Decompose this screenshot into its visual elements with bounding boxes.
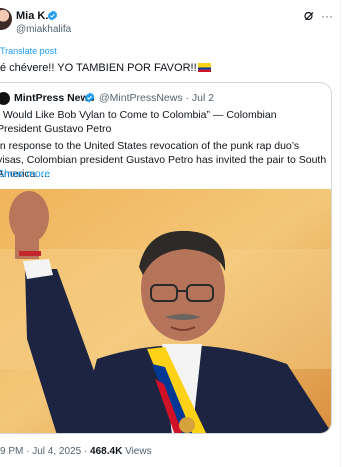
column-divider bbox=[340, 0, 341, 467]
views-count: 468.4K bbox=[90, 446, 123, 457]
tweet: Mia K. @miakhalifa ··· Translate post é … bbox=[0, 0, 350, 467]
translate-post-link[interactable]: Translate post bbox=[0, 46, 57, 56]
quoted-author-avatar bbox=[0, 92, 10, 105]
author-handle[interactable]: @miakhalifa bbox=[16, 24, 71, 35]
show-more-link[interactable]: Show more bbox=[0, 168, 50, 180]
quoted-headline: I Would Like Bob Vylan to Come to Colomb… bbox=[0, 109, 277, 135]
quoted-photo[interactable] bbox=[0, 189, 332, 434]
tweet-text: é chévere!! YO TAMBIEN POR FAVOR!! bbox=[0, 62, 211, 74]
grok-icon[interactable] bbox=[303, 10, 315, 22]
tweet-text-content: é chévere!! YO TAMBIEN POR FAVOR!! bbox=[0, 62, 197, 74]
tweet-timestamp[interactable]: 9 PM · Jul 4, 2025 · bbox=[0, 446, 90, 457]
more-options-icon[interactable]: ··· bbox=[321, 9, 333, 23]
quoted-tweet-card[interactable]: MintPress News @MintPressNews · Jul 2 I … bbox=[0, 82, 332, 434]
views-label: Views bbox=[122, 446, 152, 457]
quoted-author-name: MintPress News bbox=[14, 92, 95, 104]
author-avatar[interactable] bbox=[0, 8, 12, 30]
verified-badge-icon bbox=[84, 92, 95, 103]
verified-badge-icon bbox=[47, 10, 58, 21]
quoted-handle-date: @MintPressNews · Jul 2 bbox=[99, 92, 215, 104]
colombia-flag-icon bbox=[197, 63, 211, 72]
author-name[interactable]: Mia K. bbox=[16, 10, 48, 22]
tweet-meta: 9 PM · Jul 4, 2025 · 468.4K Views bbox=[0, 446, 152, 457]
